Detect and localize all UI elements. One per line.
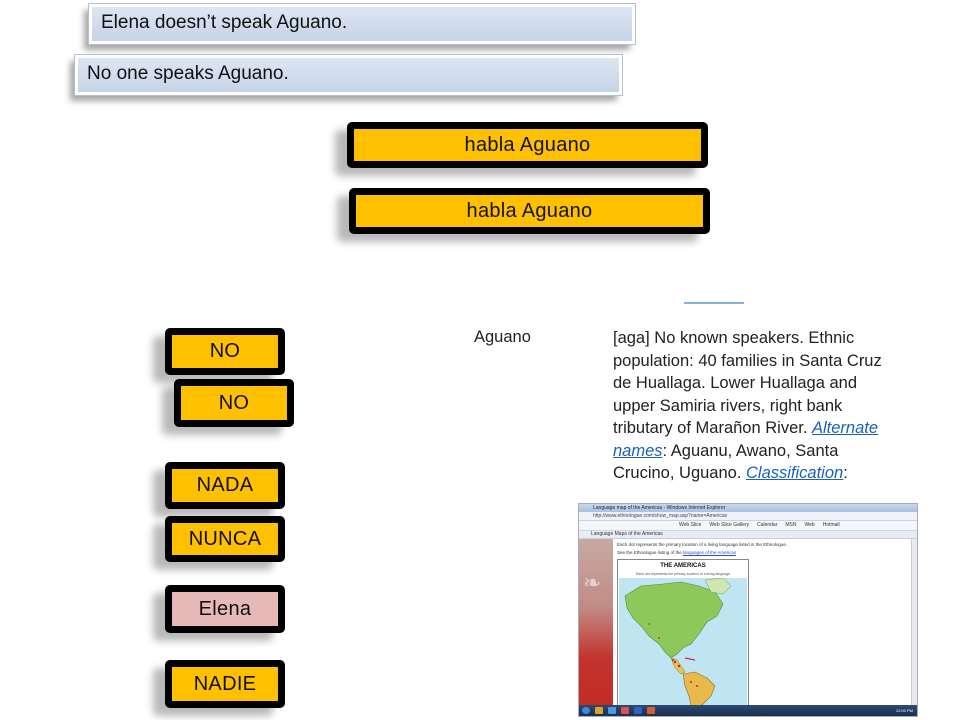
word-tile-label: NO (172, 335, 278, 368)
phrase-tile-label: habla Aguano (354, 129, 701, 161)
powerpoint-icon (647, 707, 655, 714)
menu-item: Calendar (757, 522, 778, 528)
classification-link[interactable]: Classification (746, 464, 843, 482)
map-title: THE AMERICAS (660, 563, 706, 569)
sentence-text: No one speaks Aguano. (87, 63, 289, 84)
word-tile-label: Elena (172, 592, 278, 626)
word-tile-no-2[interactable]: NO (174, 379, 294, 427)
menu-item: MSN (785, 522, 797, 528)
address-bar: http://www.ethnologue.com/show_map.asp?n… (579, 512, 917, 521)
windows-taskbar: 12:00 PM (579, 705, 917, 716)
description-text: : (843, 464, 848, 482)
word-tile-label: NO (181, 386, 287, 420)
browser-screenshot: Language map of the Americas - Windows I… (578, 503, 918, 717)
language-name: Aguano (474, 328, 531, 346)
phrase-tile-label: habla Aguano (356, 195, 703, 227)
sentence-text: Elena doesn’t speak Aguano. (101, 12, 348, 33)
taskbar-clock: 12:00 PM (895, 708, 913, 713)
sentence-strip-elena[interactable]: Elena doesn’t speak Aguano. (88, 3, 636, 45)
media-icon (621, 707, 629, 714)
menu-item: Hotmail (822, 522, 840, 528)
language-description: [aga] No known speakers. Ethnic populati… (613, 327, 883, 485)
calligraphy-mark: ❧ (583, 571, 602, 596)
word-tile-nada[interactable]: NADA (165, 462, 285, 509)
ie-icon (608, 707, 616, 714)
word-tile-no-1[interactable]: NO (165, 328, 285, 375)
browser-tab: Language Maps of the Americas (579, 531, 917, 539)
word-tile-label: NUNCA (172, 523, 278, 555)
americas-map-graphic (619, 578, 747, 708)
phrase-tile-habla-aguano-2[interactable]: habla Aguano (349, 188, 710, 234)
word-tile-nunca[interactable]: NUNCA (165, 516, 285, 562)
map-note-link: See the Ethnologue listing of the langua… (617, 550, 736, 555)
americas-map: THE AMERICAS Each dot represents the pri… (617, 559, 749, 711)
word-icon (634, 707, 642, 714)
browser-content: ❧ Each dot represents the primary locati… (579, 539, 917, 711)
explorer-icon (595, 707, 603, 714)
sentence-strip-no-one[interactable]: No one speaks Aguano. (74, 54, 623, 96)
ethnologue-side-banner: ❧ (579, 539, 613, 709)
divider-line (684, 302, 744, 304)
map-subtitle: Each dot represents the primary location… (636, 572, 730, 576)
phrase-tile-habla-aguano-1[interactable]: habla Aguano (347, 122, 708, 168)
menu-item: Web Slice (679, 522, 702, 528)
menu-item: Web (804, 522, 815, 528)
word-tile-label: NADIE (172, 667, 278, 701)
browser-title-bar: Language map of the Americas - Windows I… (579, 504, 917, 512)
ethnologue-excerpt: Aguano [aga] No known speakers. Ethnic p… (470, 298, 890, 503)
map-note: Each dot represents the primary location… (617, 542, 788, 547)
word-tile-elena[interactable]: Elena (165, 585, 285, 633)
note-text: See the Ethnologue listing of the (617, 550, 684, 555)
word-tile-label: NADA (172, 469, 278, 502)
browser-scrollbar (911, 539, 917, 707)
start-orb-icon (582, 707, 590, 714)
languages-link: languages of the Americas (683, 550, 737, 555)
word-tile-nadie[interactable]: NADIE (165, 660, 285, 708)
browser-menu-bar: Web Slice Web Slice Gallery Calendar MSN… (579, 521, 917, 531)
menu-item: Web Slice Gallery (709, 522, 750, 528)
